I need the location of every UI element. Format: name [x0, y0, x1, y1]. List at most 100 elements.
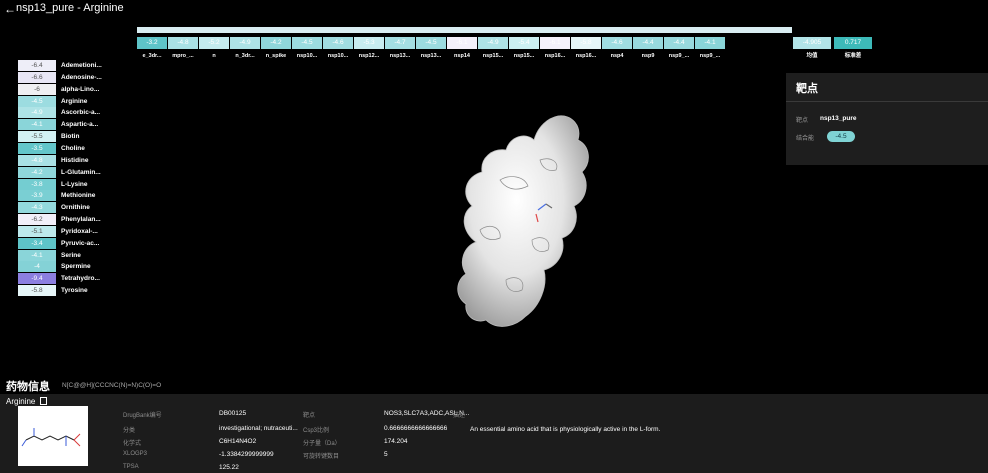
field-label: 化学式: [123, 441, 142, 447]
heatmap-cell[interactable]: -4.2: [261, 37, 291, 49]
drug-name-item[interactable]: Serine: [61, 250, 81, 261]
drug-name-item[interactable]: L-Glutamin...: [61, 167, 101, 178]
binding-energy-badge: -4.5: [827, 131, 855, 142]
std-dev-cell: 0.717: [834, 37, 872, 49]
drug-score-cell[interactable]: -3.9: [18, 190, 56, 202]
heatmap-cell[interactable]: -5.2: [199, 37, 229, 49]
drug-name-item[interactable]: Arginine: [61, 96, 87, 107]
drug-name-item[interactable]: Tetrahydro...: [61, 273, 100, 284]
heatmap-cell[interactable]: -5.3: [354, 37, 384, 49]
heatmap-cell[interactable]: -5.4: [509, 37, 539, 49]
drug-name-item[interactable]: Choline: [61, 143, 85, 154]
heatmap-column-label: n: [212, 53, 216, 59]
field-value: 0.6666666666666666: [384, 425, 448, 432]
mean-value-cell: -4.905: [793, 37, 831, 49]
field-value: DB00125: [219, 410, 247, 417]
drug-name-item[interactable]: Pyruvic-ac...: [61, 238, 99, 249]
drug-name-item[interactable]: Spermine: [61, 261, 91, 272]
drug-name-item[interactable]: Ademetioni...: [61, 60, 102, 71]
heatmap-cell[interactable]: -4.4: [664, 37, 694, 49]
drug-name-item[interactable]: alpha-Lino...: [61, 84, 99, 95]
drug-name-item[interactable]: Adenosine-...: [61, 72, 102, 83]
heatmap-column-label: nsp16...: [575, 53, 597, 59]
drug-score-cell[interactable]: -6.2: [18, 214, 56, 226]
drug-name-item[interactable]: Biotin: [61, 131, 79, 142]
field-value: investigational; nutraceuti...: [219, 425, 298, 432]
drug-score-cell[interactable]: -3.4: [18, 237, 56, 249]
drug-score-cell[interactable]: -4.1: [18, 249, 56, 261]
mean-label: 均值: [806, 53, 818, 59]
heatmap-cell[interactable]: -4.9: [478, 37, 508, 49]
drug-name-item[interactable]: Histidine: [61, 155, 88, 166]
drug-description: An essential amino acid that is physiolo…: [470, 426, 661, 433]
drug-score-cell[interactable]: -4.9: [18, 107, 56, 119]
heatmap-cell[interactable]: -4.8: [168, 37, 198, 49]
drug-name-item[interactable]: Pyridoxal-...: [61, 226, 98, 237]
heatmap-column-label: nsp15...: [513, 53, 535, 59]
heatmap-column-label: nsp14: [454, 53, 470, 59]
target-value: nsp13_pure: [820, 115, 857, 122]
heatmap-column-label: nsp13...: [420, 53, 442, 59]
heatmap-cell[interactable]: -4.5: [416, 37, 446, 49]
heatmap-column-label: nsp16...: [544, 53, 566, 59]
page-title: nsp13_pure - Arginine: [16, 2, 124, 14]
description-label: 描述: [453, 413, 466, 419]
heatmap-column-label: n_spike: [265, 53, 287, 59]
top-bar: ← nsp13_pure - Arginine: [0, 0, 988, 28]
arrow-left-icon[interactable]: ←: [4, 2, 16, 16]
heatmap-column-label: nsp10...: [296, 53, 318, 59]
drug-score-cell[interactable]: -5.8: [18, 285, 56, 297]
drug-name-item[interactable]: Tyrosine: [61, 285, 88, 296]
heatmap-column-label: nsp9: [641, 53, 655, 59]
drug-name-item[interactable]: Methionine: [61, 190, 95, 201]
drug-name-item[interactable]: Ascorbic-a...: [61, 107, 100, 118]
heatmap-cell[interactable]: -4.5: [292, 37, 322, 49]
binding-energy-label: 结合能: [796, 136, 815, 142]
field-label: TPSA: [123, 464, 139, 470]
drug-score-cell[interactable]: -5.1: [18, 225, 56, 237]
heatmap-cell[interactable]: -4.6: [602, 37, 632, 49]
document-icon[interactable]: [40, 397, 47, 405]
drug-score-cell[interactable]: -4.3: [18, 202, 56, 214]
field-label: XLOGP3: [123, 451, 148, 457]
heatmap-cell[interactable]: -4.7: [385, 37, 415, 49]
drug-score-cell[interactable]: -3.8: [18, 178, 56, 190]
heatmap-column-label: nsp10...: [327, 53, 349, 59]
panel-divider: [786, 101, 988, 102]
drug-name-item[interactable]: Phenylalan...: [61, 214, 101, 225]
drug-name-item[interactable]: Ornithine: [61, 202, 90, 213]
heatmap-cell[interactable]: -6.1: [447, 37, 477, 49]
heatmap-cell[interactable]: -4.4: [633, 37, 663, 49]
heatmap-cell[interactable]: -3.2: [137, 37, 167, 49]
drug-score-cell[interactable]: -9.4: [18, 273, 56, 285]
drug-score-cell[interactable]: -6.4: [18, 60, 56, 71]
drug-score-cell[interactable]: -4.2: [18, 166, 56, 178]
drug-score-cell[interactable]: -3.5: [18, 142, 56, 154]
drug-score-cell[interactable]: -4.8: [18, 154, 56, 166]
drug-score-cell[interactable]: -5.5: [18, 131, 56, 143]
field-label: Csp3比例: [303, 428, 330, 434]
heatmap-column-label: nsp4: [610, 53, 624, 59]
field-value: C6H14N4O2: [219, 438, 257, 445]
drug-name: Arginine: [6, 397, 36, 406]
heatmap-cell[interactable]: -4.1: [695, 37, 725, 49]
drug-info-heading: 药物信息: [6, 381, 50, 393]
target-label: 靶点: [796, 118, 809, 124]
protein-surface-3d-view[interactable]: [440, 110, 600, 334]
heatmap-cell[interactable]: -4.6: [323, 37, 353, 49]
heatmap-cell[interactable]: -6.1: [540, 37, 570, 49]
drug-name-item[interactable]: L-Lysine: [61, 179, 88, 190]
drug-score-cell[interactable]: -4.1: [18, 119, 56, 131]
drug-score-cell[interactable]: -6: [18, 83, 56, 95]
field-value: 125.22: [219, 464, 239, 471]
std-dev-label: 标准差: [844, 53, 862, 59]
drug-name-item[interactable]: Aspartic-a...: [61, 119, 98, 130]
drug-score-cell[interactable]: -4.5: [18, 95, 56, 107]
field-label: 靶点: [303, 413, 316, 419]
drug-score-cell[interactable]: -4: [18, 261, 56, 273]
heatmap-cell[interactable]: -4.9: [230, 37, 260, 49]
target-panel: 靶点 靶点 nsp13_pure 结合能 -4.5: [786, 73, 988, 165]
field-label: 分类: [123, 428, 136, 434]
heatmap-cell[interactable]: -5.8: [571, 37, 601, 49]
drug-score-cell[interactable]: -6.6: [18, 71, 56, 83]
